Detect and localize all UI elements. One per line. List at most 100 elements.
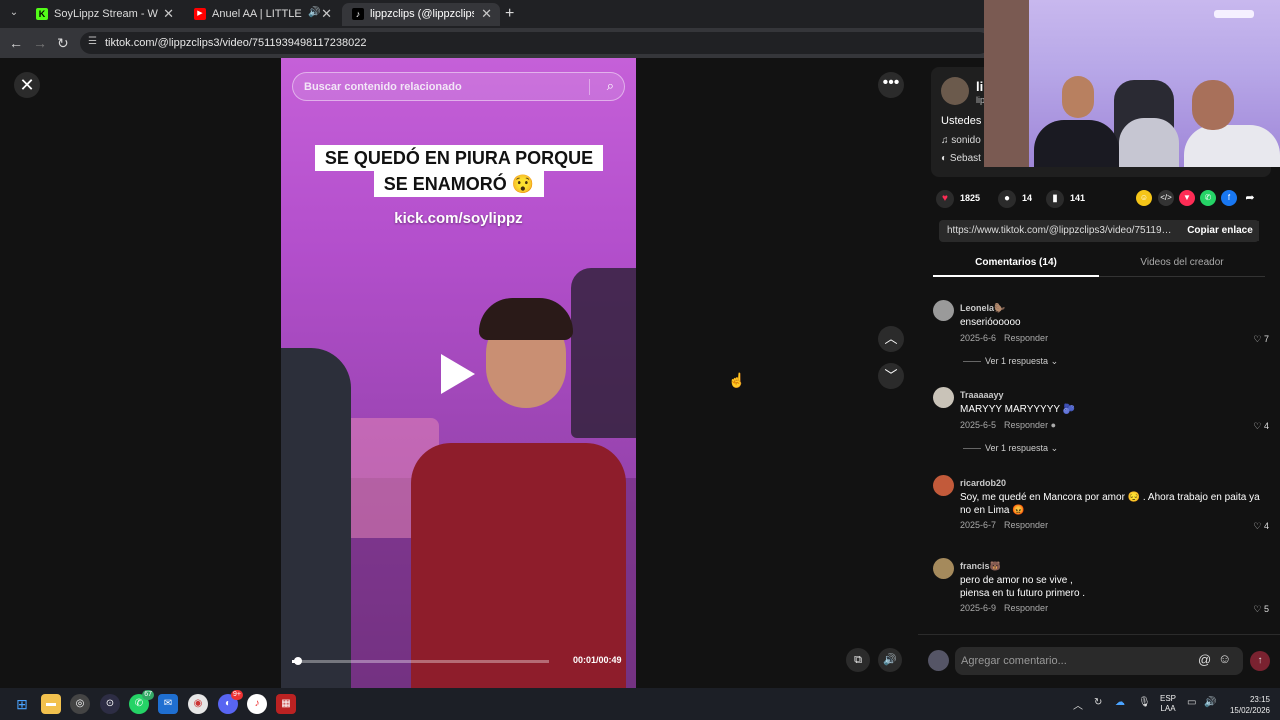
app-icon[interactable]: ⊙	[100, 694, 120, 714]
comment-date: 2025-6-6	[960, 333, 997, 343]
comment-like[interactable]: ♡ 4	[1253, 421, 1269, 432]
video-progress-bar[interactable]	[292, 657, 549, 665]
forward-arrow-icon[interactable]: →	[33, 35, 47, 51]
speaker-icon[interactable]: 🔊	[308, 7, 320, 18]
view-replies-label[interactable]: Ver 1 respuesta	[985, 356, 1048, 366]
comment-like[interactable]: ♡ 7	[1253, 334, 1269, 345]
whatsapp-share-icon[interactable]: ✆	[1200, 190, 1216, 206]
play-icon[interactable]	[441, 354, 475, 394]
facebook-share-icon[interactable]: f	[1221, 190, 1237, 206]
volume-icon[interactable]: 🔊	[878, 648, 902, 672]
progress-handle[interactable]	[294, 657, 302, 665]
video-app-icon[interactable]: ▦	[276, 694, 296, 714]
network-icon[interactable]: ▭	[1187, 697, 1196, 708]
comment-bubble-icon[interactable]: ●	[998, 190, 1016, 208]
heart-outline-icon[interactable]: ♡	[1253, 521, 1264, 531]
kick-favicon-icon: K	[36, 8, 48, 20]
embed-code-icon[interactable]: </>	[1158, 190, 1174, 206]
discord-icon[interactable]: ◐ 9+	[218, 690, 243, 714]
file-explorer-icon[interactable]: ▬	[41, 694, 61, 714]
effect-name[interactable]: Sebast	[950, 153, 981, 164]
close-tab-icon[interactable]: ✕	[321, 6, 332, 22]
sound-link[interactable]: ♫ sonido	[941, 135, 981, 146]
comment-avatar[interactable]	[933, 387, 954, 408]
tray-chevron-icon[interactable]: ︿	[1073, 697, 1083, 712]
emoji-share-icon[interactable]: ☺	[1136, 190, 1152, 206]
send-arrow-icon[interactable]: ↑	[1250, 651, 1270, 671]
tab-soylippz-stream[interactable]: K SoyLippz Stream - Watch Live o ✕	[26, 3, 182, 26]
effect-link[interactable]: ◐ Sebast	[941, 153, 981, 164]
more-options-icon[interactable]: •••	[878, 72, 904, 98]
clock-time: 23:15	[1249, 695, 1270, 704]
whatsapp-icon[interactable]: ✆ 67	[129, 690, 154, 714]
heart-icon[interactable]: ♥	[936, 190, 954, 208]
search-icon[interactable]: ⌕	[607, 78, 614, 94]
heart-outline-icon[interactable]: ♡	[1253, 604, 1264, 614]
kick-watermark: kick.com/soylippz	[394, 210, 523, 227]
tab-comments[interactable]: Comentarios (14)	[933, 257, 1099, 268]
comment-username[interactable]: Leonela🦫	[960, 303, 1005, 314]
system-clock[interactable]: 23:15 15/02/2026	[1222, 694, 1270, 716]
close-tab-icon[interactable]: ✕	[163, 6, 174, 22]
next-video-icon[interactable]: ﹀	[878, 363, 904, 389]
volume-tray-icon[interactable]: 🔊	[1204, 697, 1216, 708]
new-tab-button[interactable]: +	[505, 5, 514, 23]
url-text[interactable]: tiktok.com/@lippzclips3/video/7511939498…	[105, 37, 367, 49]
comment-like[interactable]: ♡ 4	[1253, 521, 1269, 532]
comment-username[interactable]: ricardob20	[960, 478, 1006, 488]
chrome-icon[interactable]: ◉	[188, 694, 208, 714]
heart-outline-icon[interactable]: ♡	[1253, 334, 1264, 344]
onedrive-icon[interactable]: ☁	[1115, 697, 1125, 708]
video-player[interactable]: Buscar contenido relacionado ⌕ SE QUEDÓ …	[281, 58, 636, 688]
url-omnibox[interactable]: ☰ tiktok.com/@lippzclips3/video/75119394…	[80, 32, 990, 54]
share-arrow-icon[interactable]: ➦	[1242, 190, 1258, 206]
author-avatar[interactable]	[941, 77, 969, 105]
share-link-text[interactable]: https://www.tiktok.com/@lippzclips3/vide…	[947, 225, 1172, 236]
related-content-search[interactable]: Buscar contenido relacionado ⌕	[292, 72, 625, 101]
language-indicator[interactable]: ESP LAA	[1160, 694, 1176, 714]
sound-name[interactable]: sonido	[951, 135, 980, 146]
comment-username[interactable]: francis🐻	[960, 561, 1001, 572]
reply-button[interactable]: Responder	[1004, 603, 1048, 613]
reply-button[interactable]: Responder	[1004, 520, 1048, 530]
back-arrow-icon[interactable]: ←	[9, 35, 23, 51]
microphone-icon[interactable]: 🎙	[1138, 697, 1151, 708]
view-replies-button[interactable]: Ver 1 respuesta ⌄	[963, 356, 1058, 367]
comment-avatar[interactable]	[933, 475, 954, 496]
reply-button[interactable]: Responder	[1004, 333, 1048, 343]
webcam-person-3	[1184, 125, 1280, 167]
whatsapp-badge: 67	[142, 690, 154, 700]
bookmark-icon[interactable]: ▮	[1046, 190, 1064, 208]
tray-sync-icon[interactable]: ↻	[1094, 697, 1102, 708]
heart-outline-icon[interactable]: ♡	[1253, 421, 1264, 431]
comment-like[interactable]: ♡ 5	[1253, 604, 1269, 615]
mention-icon[interactable]: @	[1198, 652, 1211, 667]
user-avatar[interactable]	[928, 650, 949, 671]
emoji-icon[interactable]: ☺	[1218, 651, 1231, 666]
reply-button[interactable]: Responder	[1004, 420, 1048, 430]
send-to-friends-icon[interactable]: ▼	[1179, 190, 1195, 206]
comment-meta: 2025-6-6 Responder	[960, 333, 1048, 343]
comment-username[interactable]: Traaaaayy	[960, 390, 1004, 400]
windows-start-icon[interactable]: ⊞	[12, 694, 32, 714]
close-video-button[interactable]: ✕	[14, 72, 40, 98]
close-tab-icon[interactable]: ✕	[481, 6, 492, 22]
comment-avatar[interactable]	[933, 300, 954, 321]
music-app-icon[interactable]: ♪	[247, 694, 267, 714]
tab-creator-videos[interactable]: Videos del creador	[1099, 257, 1265, 268]
view-replies-label[interactable]: Ver 1 respuesta	[985, 443, 1048, 453]
search-placeholder[interactable]: Buscar contenido relacionado	[304, 81, 462, 93]
reload-icon[interactable]: ↻	[57, 35, 69, 52]
tab-anuel-aa[interactable]: ▶ Anuel AA | LITTLE DEMON 🔊 ✕	[184, 3, 340, 26]
discord-badge: 9+	[231, 690, 243, 700]
tab-search-icon[interactable]: ⌄	[6, 5, 22, 21]
picture-in-picture-icon[interactable]: ⧉	[846, 648, 870, 672]
previous-video-icon[interactable]: ︿	[878, 326, 904, 352]
tab-tiktok-lippzclips[interactable]: ♪ lippzclips (@lippzclips3) | TikTo ✕	[342, 3, 500, 26]
copy-link-button[interactable]: Copiar enlace	[1181, 221, 1259, 241]
comment-avatar[interactable]	[933, 558, 954, 579]
obs-icon[interactable]: ◎	[70, 694, 90, 714]
site-info-icon[interactable]: ☰	[88, 36, 101, 49]
view-replies-button[interactable]: Ver 1 respuesta ⌄	[963, 443, 1058, 454]
mail-icon[interactable]: ✉	[158, 694, 178, 714]
